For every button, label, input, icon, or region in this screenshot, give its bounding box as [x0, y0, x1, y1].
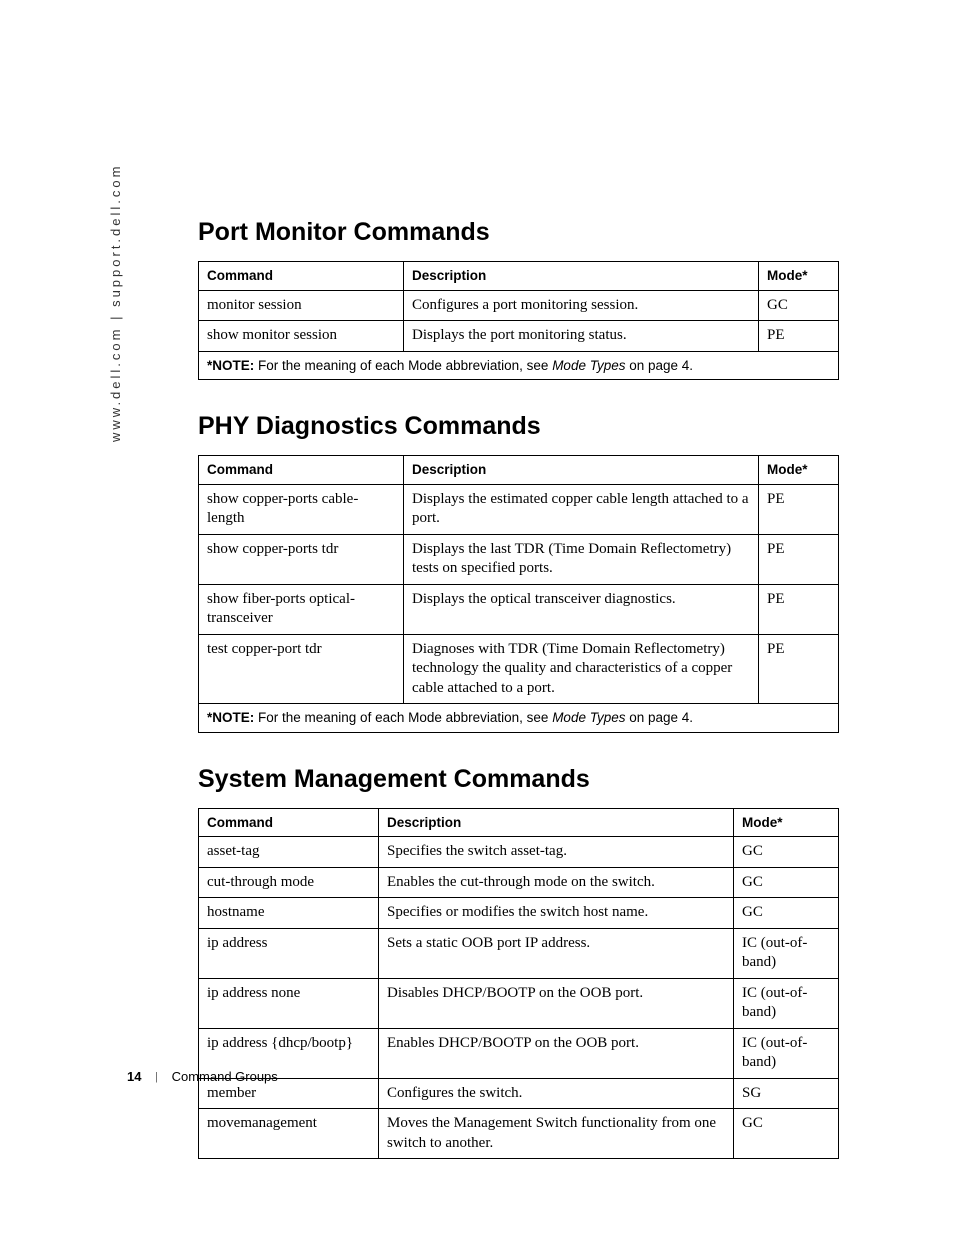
table-row: hostname Specifies or modifies the switc…: [199, 898, 839, 929]
note-suffix: on page 4.: [625, 710, 693, 725]
cell-command: show copper-ports cable-length: [199, 484, 404, 534]
table-row: member Configures the switch. SG: [199, 1078, 839, 1109]
col-description: Description: [379, 808, 734, 837]
cell-command: asset-tag: [199, 837, 379, 868]
col-mode: Mode*: [759, 262, 839, 291]
section-port-monitor: Port Monitor Commands Command Descriptio…: [198, 218, 838, 380]
cell-mode: GC: [734, 867, 839, 898]
section-phy-diagnostics: PHY Diagnostics Commands Command Descrip…: [198, 412, 838, 733]
cell-mode: GC: [734, 898, 839, 929]
table-system-management: Command Description Mode* asset-tag Spec…: [198, 808, 839, 1160]
col-mode: Mode*: [734, 808, 839, 837]
table-row: monitor session Configures a port monito…: [199, 290, 839, 321]
cell-description: Displays the estimated copper cable leng…: [404, 484, 759, 534]
cell-description: Moves the Management Switch functionalit…: [379, 1109, 734, 1159]
cell-mode: IC (out-of-band): [734, 928, 839, 978]
col-description: Description: [404, 262, 759, 291]
note-prefix: *NOTE:: [207, 358, 254, 373]
cell-command: movemanagement: [199, 1109, 379, 1159]
cell-mode: IC (out-of-band): [734, 978, 839, 1028]
col-command: Command: [199, 808, 379, 837]
cell-description: Displays the optical transceiver diagnos…: [404, 584, 759, 634]
table-header-row: Command Description Mode*: [199, 262, 839, 291]
heading-phy-diagnostics: PHY Diagnostics Commands: [198, 412, 838, 441]
cell-mode: GC: [734, 837, 839, 868]
table-note-row: *NOTE: For the meaning of each Mode abbr…: [199, 704, 839, 733]
cell-description: Specifies the switch asset-tag.: [379, 837, 734, 868]
cell-command: hostname: [199, 898, 379, 929]
page-content: Port Monitor Commands Command Descriptio…: [198, 218, 838, 1191]
col-command: Command: [199, 456, 404, 485]
cell-mode: PE: [759, 584, 839, 634]
note-link: Mode Types: [552, 358, 625, 373]
table-note: *NOTE: For the meaning of each Mode abbr…: [199, 351, 839, 380]
col-command: Command: [199, 262, 404, 291]
table-row: cut-through mode Enables the cut-through…: [199, 867, 839, 898]
cell-mode: SG: [734, 1078, 839, 1109]
cell-mode: PE: [759, 484, 839, 534]
cell-command: ip address: [199, 928, 379, 978]
cell-command: show monitor session: [199, 321, 404, 352]
note-link: Mode Types: [552, 710, 625, 725]
heading-system-management: System Management Commands: [198, 765, 838, 794]
cell-command: cut-through mode: [199, 867, 379, 898]
cell-description: Enables DHCP/BOOTP on the OOB port.: [379, 1028, 734, 1078]
section-system-management: System Management Commands Command Descr…: [198, 765, 838, 1160]
table-row: test copper-port tdr Diagnoses with TDR …: [199, 634, 839, 704]
table-row: asset-tag Specifies the switch asset-tag…: [199, 837, 839, 868]
table-row: movemanagement Moves the Management Swit…: [199, 1109, 839, 1159]
cell-command: monitor session: [199, 290, 404, 321]
cell-description: Configures a port monitoring session.: [404, 290, 759, 321]
side-url-text: www.dell.com | support.dell.com: [108, 164, 123, 442]
cell-mode: PE: [759, 534, 839, 584]
table-phy-diagnostics: Command Description Mode* show copper-po…: [198, 455, 839, 733]
note-prefix: *NOTE:: [207, 710, 254, 725]
table-row: ip address Sets a static OOB port IP add…: [199, 928, 839, 978]
page-number: 14: [127, 1069, 141, 1084]
cell-command: show fiber-ports optical-transceiver: [199, 584, 404, 634]
table-row: show monitor session Displays the port m…: [199, 321, 839, 352]
cell-description: Disables DHCP/BOOTP on the OOB port.: [379, 978, 734, 1028]
footer-section-name: Command Groups: [172, 1069, 278, 1084]
table-row: show fiber-ports optical-transceiver Dis…: [199, 584, 839, 634]
cell-command: ip address none: [199, 978, 379, 1028]
footer-separator: |: [155, 1071, 158, 1083]
cell-mode: PE: [759, 634, 839, 704]
cell-mode: IC (out-of-band): [734, 1028, 839, 1078]
table-row: show copper-ports tdr Displays the last …: [199, 534, 839, 584]
table-row: ip address {dhcp/bootp} Enables DHCP/BOO…: [199, 1028, 839, 1078]
cell-description: Displays the port monitoring status.: [404, 321, 759, 352]
table-row: show copper-ports cable-length Displays …: [199, 484, 839, 534]
table-row: ip address none Disables DHCP/BOOTP on t…: [199, 978, 839, 1028]
cell-command: show copper-ports tdr: [199, 534, 404, 584]
cell-description: Configures the switch.: [379, 1078, 734, 1109]
table-header-row: Command Description Mode*: [199, 808, 839, 837]
cell-command: test copper-port tdr: [199, 634, 404, 704]
col-description: Description: [404, 456, 759, 485]
cell-description: Displays the last TDR (Time Domain Refle…: [404, 534, 759, 584]
table-header-row: Command Description Mode*: [199, 456, 839, 485]
col-mode: Mode*: [759, 456, 839, 485]
note-text: For the meaning of each Mode abbreviatio…: [254, 358, 552, 373]
table-port-monitor: Command Description Mode* monitor sessio…: [198, 261, 839, 380]
note-text: For the meaning of each Mode abbreviatio…: [254, 710, 552, 725]
cell-description: Diagnoses with TDR (Time Domain Reflecto…: [404, 634, 759, 704]
table-note: *NOTE: For the meaning of each Mode abbr…: [199, 704, 839, 733]
page-footer: 14 | Command Groups: [127, 1069, 278, 1084]
heading-port-monitor: Port Monitor Commands: [198, 218, 838, 247]
note-suffix: on page 4.: [625, 358, 693, 373]
cell-description: Sets a static OOB port IP address.: [379, 928, 734, 978]
cell-mode: GC: [734, 1109, 839, 1159]
cell-mode: PE: [759, 321, 839, 352]
cell-description: Enables the cut-through mode on the swit…: [379, 867, 734, 898]
cell-description: Specifies or modifies the switch host na…: [379, 898, 734, 929]
cell-mode: GC: [759, 290, 839, 321]
table-note-row: *NOTE: For the meaning of each Mode abbr…: [199, 351, 839, 380]
